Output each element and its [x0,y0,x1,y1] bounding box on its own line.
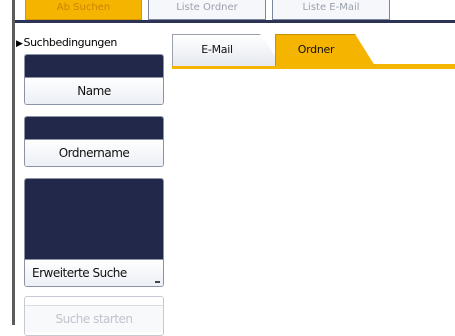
folder-name-input[interactable] [25,117,163,139]
top-toolbar: Ab Suchen Liste Ordner Liste E-Mail [15,0,455,26]
top-divider [15,20,455,23]
tab-bar: E-Mail Ordner [172,34,455,70]
corner-mark-icon [155,281,160,283]
tab-folder[interactable]: Ordner [275,34,375,66]
start-search-top [25,297,163,305]
tab-email[interactable]: E-Mail [172,34,282,66]
search-conditions-label: Suchbedingungen [23,36,118,49]
start-search-tile[interactable]: Suche starten [24,296,164,336]
advanced-search-button[interactable]: Erweiterte Suche [25,259,163,286]
folder-name-field-tile[interactable]: Ordnername [24,116,164,167]
name-field-tile[interactable]: Name [24,54,164,105]
folder-name-button[interactable]: Ordnername [25,139,163,166]
top-button-1[interactable]: Ab Suchen [25,0,142,20]
advanced-search-tile[interactable]: Erweiterte Suche [24,178,164,287]
start-search-button[interactable]: Suche starten [25,305,163,332]
triangle-right-icon: ▶ [16,39,23,49]
name-button[interactable]: Name [25,77,163,104]
left-divider [12,0,15,325]
top-button-2[interactable]: Liste Ordner [148,0,266,20]
name-input[interactable] [25,55,163,77]
top-button-3[interactable]: Liste E-Mail [272,0,390,20]
advanced-search-display[interactable] [25,179,163,259]
search-conditions-title: ▶Suchbedingungen [16,36,117,49]
